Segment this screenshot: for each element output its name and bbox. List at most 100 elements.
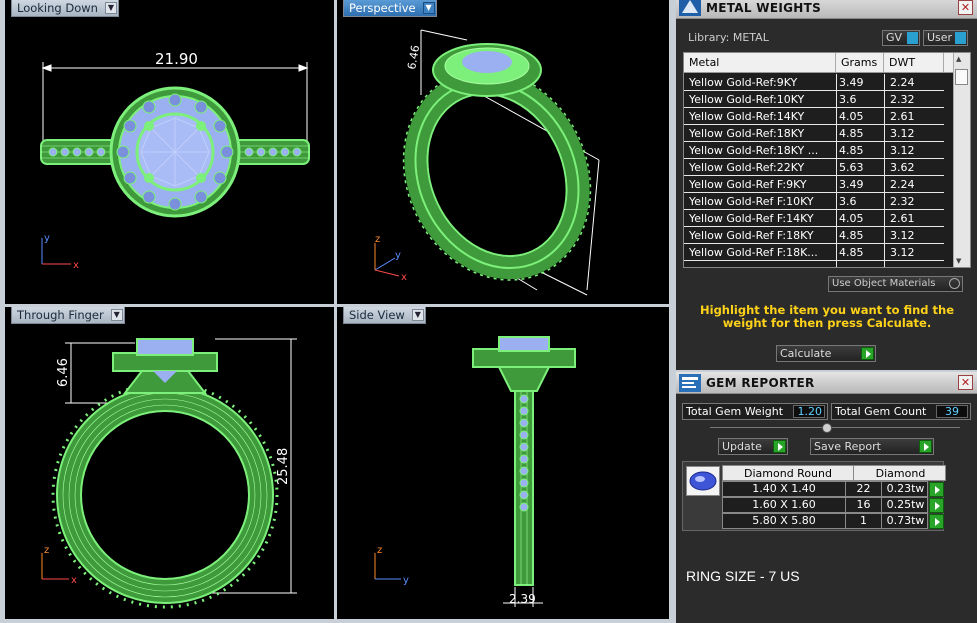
row-select-icon[interactable] — [929, 482, 944, 497]
library-label: Library: METAL — [688, 31, 769, 44]
metal-name: Yellow Gold-Ref F:10KY — [689, 195, 814, 208]
table-row[interactable]: Yellow Gold-Ref F:18K... 4.85 3.12 — [684, 244, 944, 261]
viewport-side-view[interactable]: Side View ▼ 2.39 z y — [337, 307, 669, 619]
column-divider — [836, 74, 837, 267]
update-button[interactable]: Update — [718, 438, 788, 455]
metal-grams: 3.49 — [839, 76, 864, 89]
viewport-perspective[interactable]: Perspective ▼ 6.46 25.48 2.39 z y x — [337, 0, 669, 304]
table-row[interactable]: Yellow Gold-Ref:14KY 4.05 2.61 — [684, 108, 944, 125]
table-row[interactable]: Yellow Gold-Ref:18KY ... 4.85 3.12 — [684, 142, 944, 159]
table-row[interactable]: Yellow Gold-Ref:18KY 4.85 3.12 — [684, 125, 944, 142]
metal-dwt: 3.12 — [890, 246, 915, 259]
table-row[interactable]: Yellow Gold-Ref F:14KY 4.05 2.61 — [684, 210, 944, 227]
gem-size: 5.80 X 5.80 — [752, 514, 816, 527]
viewport-tab-side-view[interactable]: Side View ▼ — [343, 307, 426, 324]
gem-reporter-panel: GEM REPORTER ✕ Total Gem Weight 1.20 Tot… — [676, 372, 977, 623]
column-divider — [884, 74, 885, 267]
metal-dwt: 3.12 — [890, 144, 915, 157]
metal-grams: 4.05 — [839, 110, 864, 123]
chevron-down-icon[interactable]: ▼ — [110, 309, 123, 321]
axis-z-label: z — [44, 545, 49, 556]
table-row[interactable]: 1.60 X 1.60 16 0.25tw — [722, 497, 928, 513]
table-row[interactable]: Yellow Gold-Ref F:18KY 4.85 3.12 — [684, 227, 944, 244]
table-row[interactable]: 5.80 X 5.80 1 0.73tw — [722, 513, 928, 529]
perspective-drawing: 6.46 25.48 2.39 z y x — [374, 29, 600, 296]
dimension-height: 6.46 — [405, 44, 422, 70]
round-diamond-icon — [689, 471, 717, 491]
calculate-button[interactable]: Calculate — [776, 345, 876, 362]
viewport-tab-through-finger[interactable]: Through Finger ▼ — [11, 307, 125, 324]
column-dwt[interactable]: DWT — [884, 53, 944, 72]
dimension-width: 21.90 — [155, 50, 198, 68]
metal-grams: 5.63 — [839, 161, 864, 174]
column-grams[interactable]: Grams — [836, 53, 884, 72]
radio-icon — [949, 278, 960, 289]
gem-weight: 0.25tw — [881, 498, 929, 512]
gem-size: 1.60 X 1.60 — [752, 498, 816, 511]
metal-dwt: 2.32 — [890, 93, 915, 106]
splitter-knob-icon[interactable] — [822, 423, 832, 433]
scroll-down-icon[interactable]: ▼ — [956, 257, 961, 265]
metal-dwt: 3.12 — [890, 229, 915, 242]
dimension-height: 6.46 — [56, 358, 71, 387]
use-object-materials-button[interactable]: Use Object Materials — [828, 276, 963, 292]
toggle-indicator-icon — [955, 32, 966, 44]
total-gem-count-box: Total Gem Count 39 — [831, 403, 971, 420]
save-report-button[interactable]: Save Report — [810, 438, 934, 455]
gem-table-header: Diamond Round Diamond — [722, 465, 946, 481]
gem-reporter-title: GEM REPORTER — [706, 376, 815, 390]
axis-z-label: z — [375, 234, 380, 245]
splitter-handle[interactable] — [710, 427, 960, 428]
gem-table: Diamond Round Diamond 1.40 X 1.40 22 0.2… — [722, 465, 946, 531]
close-icon[interactable]: ✕ — [958, 0, 973, 15]
table-row[interactable]: Yellow Gold-Ref F:9KY 3.49 2.24 — [684, 176, 944, 193]
viewport-through-finger[interactable]: Through Finger ▼ 6.46 25.48 z x — [5, 307, 334, 619]
metal-name: Yellow Gold-Ref F:18K... — [689, 246, 818, 259]
chevron-down-icon[interactable]: ▼ — [422, 2, 435, 14]
column-metal[interactable]: Metal — [684, 53, 836, 72]
table-row[interactable]: Yellow Gold-Ref:9KY 3.49 2.24 — [684, 74, 944, 91]
scroll-up-icon[interactable]: ▲ — [956, 55, 961, 63]
chevron-down-icon[interactable]: ▼ — [411, 309, 424, 321]
metal-weights-icon — [679, 0, 701, 16]
vertical-scrollbar[interactable]: ▲ ▼ — [953, 53, 970, 267]
table-row[interactable]: 1.40 X 1.40 22 0.23tw — [722, 481, 928, 497]
calculate-label: Calculate — [780, 347, 832, 360]
metal-name: Yellow Gold-Ref:18KY ... — [689, 144, 819, 157]
column-shape: Diamond Round — [744, 467, 832, 480]
metal-weights-title: METAL WEIGHTS — [706, 1, 822, 15]
toggle-indicator-icon — [907, 32, 918, 44]
row-select-icon[interactable] — [929, 514, 944, 529]
side-view-drawing: 2.39 z y — [374, 336, 576, 607]
row-select-icon[interactable] — [929, 498, 944, 513]
gv-toggle[interactable]: GV — [882, 30, 920, 46]
table-row[interactable]: Yellow Gold-Ref:22KY 5.63 3.62 — [684, 159, 944, 176]
scrollbar-thumb[interactable] — [955, 69, 968, 85]
viewport-looking-down[interactable]: Looking Down ▼ 21.90 y x — [5, 0, 334, 304]
viewport-tab-perspective[interactable]: Perspective ▼ — [343, 0, 437, 17]
user-toggle[interactable]: User — [923, 30, 968, 46]
total-gem-weight-label: Total Gem Weight — [686, 405, 784, 418]
axis-z-label: z — [377, 545, 382, 556]
update-label: Update — [722, 440, 762, 453]
axis-x-label: x — [401, 272, 407, 283]
axis-y-label: y — [403, 575, 409, 586]
total-gem-count-value: 39 — [936, 405, 968, 418]
metal-dwt: 2.32 — [890, 195, 915, 208]
table-row[interactable]: Yellow Gold-Ref:10KY 3.6 2.32 — [684, 91, 944, 108]
ring-size-label: RING SIZE - 7 US — [686, 568, 800, 584]
metal-name: Yellow Gold-Ref F:9KY — [689, 178, 807, 191]
table-row[interactable]: Yellow Gold-Ref F:10KY 3.6 2.32 — [684, 193, 944, 210]
viewport-tab-looking-down[interactable]: Looking Down ▼ — [11, 0, 119, 17]
user-label: User — [927, 31, 953, 44]
close-icon[interactable]: ✕ — [958, 375, 973, 390]
metal-grams: 4.85 — [839, 127, 864, 140]
metal-name: Yellow Gold-Ref F:14KY — [689, 212, 814, 225]
metal-grams: 4.05 — [839, 212, 864, 225]
chevron-down-icon[interactable]: ▼ — [104, 2, 117, 14]
metal-table-header: Metal Grams DWT — [684, 53, 954, 73]
gem-thumbnail[interactable] — [686, 466, 720, 496]
gem-reporter-icon — [679, 374, 701, 392]
metal-grams: 4.85 — [839, 229, 864, 242]
metal-grams: 4.85 — [839, 246, 864, 259]
